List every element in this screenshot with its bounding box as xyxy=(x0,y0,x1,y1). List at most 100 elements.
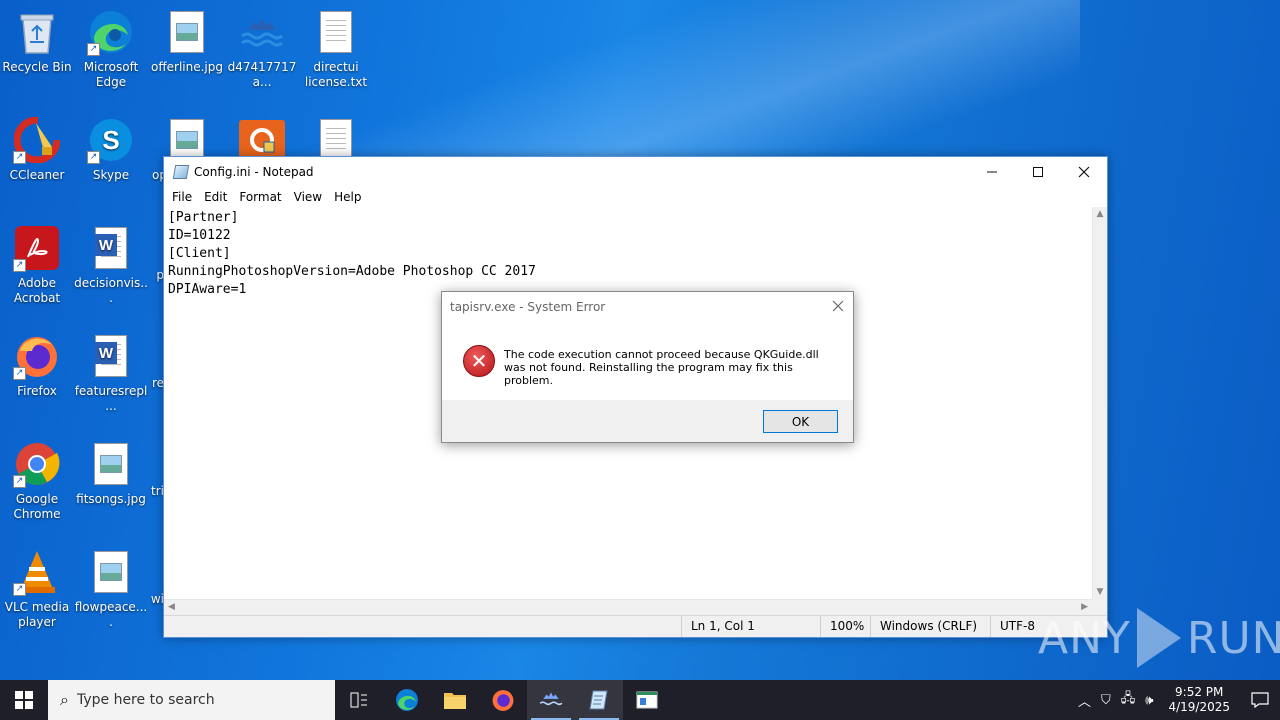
desktop-icon-label: CCleaner xyxy=(9,168,65,182)
scroll-up-icon[interactable]: ▲ xyxy=(1093,209,1107,219)
folder-icon xyxy=(444,693,466,709)
close-icon xyxy=(832,300,844,312)
desktop-icon-ccleaner[interactable]: ↗ CCleaner xyxy=(0,116,74,183)
shortcut-arrow-icon: ↗ xyxy=(13,583,26,596)
clock-date: 4/19/2025 xyxy=(1168,700,1230,714)
clock-time: 9:52 PM xyxy=(1175,685,1224,699)
taskbar-notepad[interactable] xyxy=(575,680,623,720)
firefox-icon xyxy=(492,690,514,711)
maximize-button[interactable] xyxy=(1015,157,1061,187)
desktop-icon-recycle-bin[interactable]: Recycle Bin xyxy=(0,8,74,75)
taskbar-edge[interactable] xyxy=(383,680,431,720)
show-hidden-icons-chevron-icon[interactable]: ︿ xyxy=(1073,691,1096,710)
ok-button[interactable]: OK xyxy=(763,410,838,433)
menu-file[interactable]: File xyxy=(166,190,198,204)
play-triangle-icon xyxy=(1136,608,1181,668)
desktop-icon-d47417717a[interactable]: d47417717a... xyxy=(225,8,299,90)
desktop-icon-label: directui license.txt xyxy=(304,60,368,89)
desktop-icon-label: Recycle Bin xyxy=(2,60,72,74)
dialog-close-button[interactable] xyxy=(823,298,853,316)
desktop-icon-tri[interactable]: tri xyxy=(124,484,164,499)
edge-icon: ↗ xyxy=(87,8,135,56)
menu-help[interactable]: Help xyxy=(328,190,367,204)
desktop-icon-label: re xyxy=(151,376,164,390)
taskbar-waves-app[interactable] xyxy=(527,680,575,720)
desktop-icon-re[interactable]: re xyxy=(124,376,164,391)
desktop-icon-featuresrepl[interactable]: W featuresrepl... xyxy=(74,332,148,414)
desktop-icon-microsoft-edge[interactable]: ↗ Microsoft Edge xyxy=(74,8,148,90)
shortcut-arrow-icon: ↗ xyxy=(87,151,100,164)
image-file-icon xyxy=(163,8,211,56)
shortcut-arrow-icon: ↗ xyxy=(87,43,100,56)
status-line-ending: Windows (CRLF) xyxy=(870,616,990,637)
desktop-icon-firefox[interactable]: ↗ Firefox xyxy=(0,332,74,399)
image-file-icon xyxy=(87,440,135,488)
vertical-scrollbar[interactable]: ▲ ▼ xyxy=(1092,207,1107,599)
shortcut-arrow-icon: ↗ xyxy=(13,367,26,380)
menu-format[interactable]: Format xyxy=(233,190,287,204)
window-title: Config.ini - Notepad xyxy=(194,165,314,179)
taskbar: ⌕ Type here to search ︿ ⛉ 🖧 🕪 9:52 PM 4/… xyxy=(0,680,1280,720)
taskbar-file-explorer[interactable] xyxy=(431,680,479,720)
scroll-left-icon[interactable]: ◀ xyxy=(168,602,175,612)
horizontal-scrollbar[interactable]: ◀ ▶ xyxy=(164,599,1092,615)
desktop-icon-label: Firefox xyxy=(17,384,57,398)
desktop-icon-label: wi xyxy=(150,592,164,606)
security-shield-icon[interactable]: ⛉ xyxy=(1096,693,1116,708)
taskbar-search-box[interactable]: ⌕ Type here to search xyxy=(48,680,335,720)
desktop-icon-flowpeace[interactable]: flowpeace.... xyxy=(74,548,148,630)
notepad-title-bar[interactable]: Config.ini - Notepad xyxy=(164,157,1107,187)
taskbar-clock[interactable]: 9:52 PM 4/19/2025 xyxy=(1158,685,1240,715)
dialog-footer: OK xyxy=(442,400,853,442)
notification-icon xyxy=(1251,692,1269,708)
watermark-left-text: ANY xyxy=(1038,612,1131,664)
desktop-icon-wi[interactable]: wi xyxy=(124,592,164,607)
search-placeholder: Type here to search xyxy=(76,692,215,708)
chrome-icon: ↗ xyxy=(13,440,61,488)
desktop-icon-vlc[interactable]: ↗ VLC media player xyxy=(0,548,74,630)
desktop-icon-label: offerline.jpg xyxy=(151,60,223,74)
desktop-icon-google-chrome[interactable]: ↗ Google Chrome xyxy=(0,440,74,522)
anyrun-watermark: ANY RUN xyxy=(1038,608,1280,668)
word-document-icon: W xyxy=(87,224,135,272)
ccleaner-icon: ↗ xyxy=(13,116,61,164)
menu-view[interactable]: View xyxy=(288,190,328,204)
error-message: The code execution cannot proceed becaus… xyxy=(504,348,819,387)
desktop-icon-p[interactable]: p xyxy=(124,268,164,283)
dialog-body: ✕ The code execution cannot proceed beca… xyxy=(442,322,853,401)
search-icon: ⌕ xyxy=(60,690,69,709)
status-cursor-position: Ln 1, Col 1 xyxy=(681,616,820,637)
text-file-icon xyxy=(312,8,360,56)
close-button[interactable] xyxy=(1061,157,1107,187)
adobe-acrobat-icon: ↗ xyxy=(13,224,61,272)
shortcut-arrow-icon: ↗ xyxy=(13,475,26,488)
taskbar-app-window[interactable] xyxy=(623,680,671,720)
menu-edit[interactable]: Edit xyxy=(198,190,233,204)
volume-icon[interactable]: 🕪 xyxy=(1140,693,1158,708)
status-zoom: 100% xyxy=(820,616,870,637)
dialog-title-bar[interactable]: tapisrv.exe - System Error xyxy=(442,292,853,322)
system-error-dialog[interactable]: tapisrv.exe - System Error ✕ The code ex… xyxy=(441,291,854,443)
desktop-icon-label: Google Chrome xyxy=(13,492,61,521)
desktop-icon-directui-license[interactable]: directui license.txt xyxy=(299,8,373,90)
desktop-icon-offerline[interactable]: offerline.jpg xyxy=(150,8,224,75)
water-waves-icon xyxy=(238,8,286,56)
image-file-icon xyxy=(87,548,135,596)
dialog-title: tapisrv.exe - System Error xyxy=(450,300,606,314)
watermark-right-text: RUN xyxy=(1186,612,1280,664)
desktop-icon-skype[interactable]: S ↗ Skype xyxy=(74,116,148,183)
desktop-icon-label: tri xyxy=(151,484,164,498)
notification-center-button[interactable] xyxy=(1240,680,1280,720)
shortcut-arrow-icon: ↗ xyxy=(13,151,26,164)
start-button[interactable] xyxy=(0,680,48,720)
status-bar: Ln 1, Col 1 100% Windows (CRLF) UTF-8 xyxy=(164,615,1107,637)
minimize-button[interactable] xyxy=(969,157,1015,187)
desktop-icon-adobe-acrobat[interactable]: ↗ Adobe Acrobat xyxy=(0,224,74,306)
network-icon[interactable]: 🖧 xyxy=(1116,689,1141,711)
window-app-icon xyxy=(636,691,658,709)
taskbar-firefox[interactable] xyxy=(479,680,527,720)
desktop-icon-decisionvis[interactable]: W decisionvis... xyxy=(74,224,148,306)
task-view-button[interactable] xyxy=(335,680,383,720)
scroll-down-icon[interactable]: ▼ xyxy=(1093,587,1107,597)
desktop-icon-label: p xyxy=(156,268,164,282)
